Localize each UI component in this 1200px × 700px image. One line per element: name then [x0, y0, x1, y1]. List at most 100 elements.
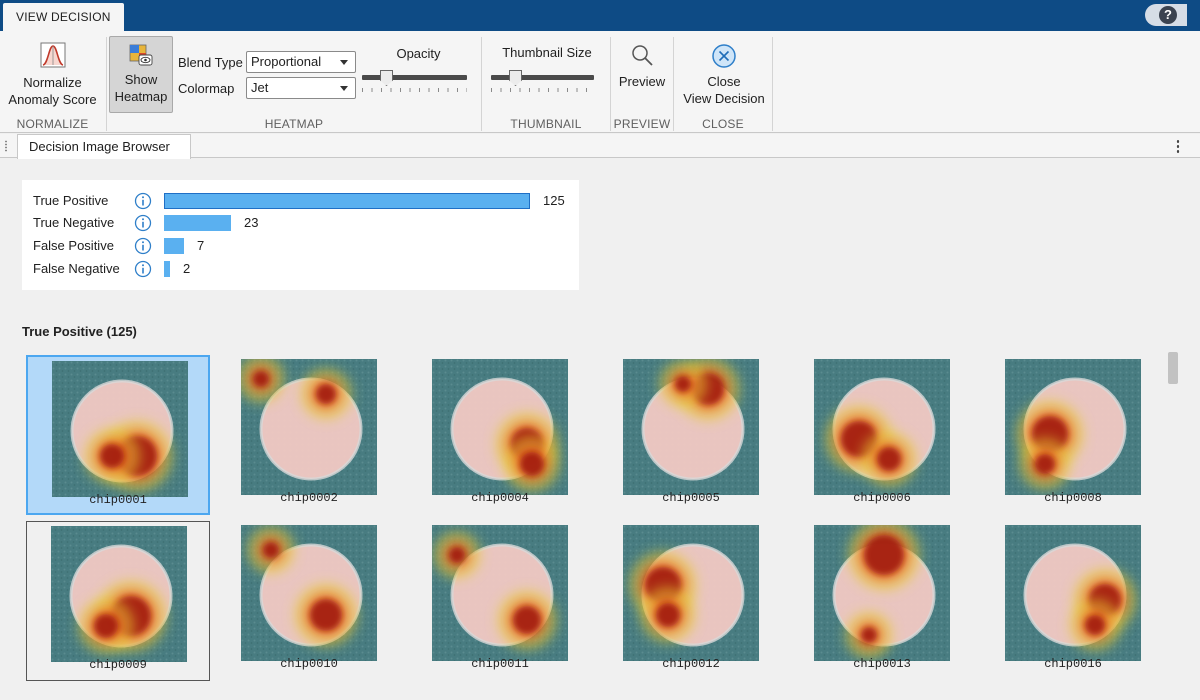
- summary-label: True Positive: [33, 193, 109, 208]
- heatmap-thumbnail: [52, 361, 188, 497]
- gallery-item[interactable]: chip0006: [790, 355, 974, 515]
- summary-value: 7: [197, 238, 205, 253]
- show-heatmap-button[interactable]: Show Heatmap: [109, 36, 173, 113]
- info-icon[interactable]: [134, 192, 152, 210]
- slider-thumb[interactable]: [380, 70, 393, 86]
- gallery-item[interactable]: chip0010: [217, 521, 401, 681]
- help-icon[interactable]: ?: [1159, 6, 1177, 24]
- gallery-item[interactable]: chip0009: [26, 521, 210, 681]
- help-area: ?: [1145, 4, 1187, 26]
- heatmap-thumbnail: [814, 359, 950, 495]
- normalize-label-2: Anomaly Score: [8, 92, 97, 107]
- colormap-dropdown[interactable]: Jet: [246, 77, 356, 99]
- gallery-scrollbar[interactable]: [1168, 352, 1178, 384]
- thumbnail-filename: chip0016: [1044, 657, 1102, 671]
- close-label-2: View Decision: [683, 91, 765, 106]
- thumbnail-filename: chip0005: [662, 491, 720, 505]
- preview-section-label: PREVIEW: [613, 117, 671, 131]
- tab-view-decision[interactable]: VIEW DECISION: [3, 3, 124, 31]
- image-gallery: chip0001 chip0002 chip0004 chip0005 chip…: [0, 349, 1160, 700]
- summary-row-false-negative[interactable]: False Negative 2: [22, 258, 579, 280]
- blend-type-value: Proportional: [251, 54, 322, 69]
- more-options-icon[interactable]: [1176, 139, 1180, 153]
- slider-ticks: [362, 88, 467, 92]
- normalize-section-label: NORMALIZE: [16, 117, 89, 131]
- gallery-item[interactable]: chip0004: [408, 355, 592, 515]
- chevron-down-icon: [340, 60, 348, 65]
- heatmap-thumbnail: [1005, 525, 1141, 661]
- normalize-label-1: Normalize: [23, 75, 82, 90]
- document-tab-strip: Decision Image Browser: [0, 134, 1200, 159]
- preview-label: Preview: [618, 74, 666, 89]
- gallery-item[interactable]: chip0016: [981, 521, 1165, 681]
- blend-type-label: Blend Type: [178, 55, 243, 70]
- slider-track: [362, 75, 467, 80]
- colormap-label: Colormap: [178, 81, 235, 96]
- separator: [772, 37, 773, 131]
- summary-row-true-positive[interactable]: True Positive 125: [22, 190, 579, 212]
- summary-row-false-positive[interactable]: False Positive 7: [22, 235, 579, 257]
- gallery-item[interactable]: chip0011: [408, 521, 592, 681]
- normalize-section: Normalize Anomaly Score NORMALIZE: [0, 31, 105, 133]
- thumbnail-filename: chip0011: [471, 657, 529, 671]
- heatmap-eye-icon: [129, 44, 153, 66]
- preview-button[interactable]: Preview: [614, 43, 670, 90]
- summary-label: True Negative: [33, 215, 115, 230]
- heatmap-thumbnail: [1005, 359, 1141, 495]
- normalize-anomaly-score-button[interactable]: Normalize Anomaly Score: [5, 40, 100, 108]
- gallery-item[interactable]: chip0005: [599, 355, 783, 515]
- thumbnail-filename: chip0009: [89, 658, 147, 672]
- info-icon[interactable]: [134, 214, 152, 232]
- heatmap-thumbnail: [241, 359, 377, 495]
- toolstrip: Normalize Anomaly Score NORMALIZE Show H…: [0, 31, 1200, 157]
- thumbnail-filename: chip0008: [1044, 491, 1102, 505]
- title-bar: VIEW DECISION ?: [0, 0, 1200, 31]
- heatmap-thumbnail: [432, 359, 568, 495]
- gallery-item[interactable]: chip0012: [599, 521, 783, 681]
- chevron-down-icon: [340, 86, 348, 91]
- colormap-value: Jet: [251, 80, 269, 95]
- info-icon[interactable]: [134, 260, 152, 278]
- gallery-item[interactable]: chip0001: [26, 355, 210, 515]
- blend-type-dropdown[interactable]: Proportional: [246, 51, 356, 73]
- thumbnail-filename: chip0010: [280, 657, 338, 671]
- heatmap-thumbnail: [432, 525, 568, 661]
- show-label-2: Heatmap: [114, 89, 168, 104]
- heatmap-thumbnail: [51, 526, 187, 662]
- close-label-1: Close: [707, 74, 741, 89]
- info-icon[interactable]: [134, 237, 152, 255]
- thumbnail-filename: chip0006: [853, 491, 911, 505]
- summary-label: False Positive: [33, 238, 114, 253]
- thumbnail-size-slider[interactable]: [491, 67, 594, 92]
- browser-content: True Positive 125 True Negative 23 False…: [0, 159, 1200, 700]
- gallery-item[interactable]: chip0002: [217, 355, 401, 515]
- summary-value: 23: [244, 215, 259, 230]
- tab-decision-image-browser[interactable]: Decision Image Browser: [17, 134, 191, 159]
- close-section: Close View Decision CLOSE: [674, 31, 772, 133]
- summary-panel: True Positive 125 True Negative 23 False…: [22, 180, 579, 290]
- summary-bar[interactable]: [164, 215, 231, 231]
- heatmap-thumbnail: [623, 359, 759, 495]
- summary-bar[interactable]: [164, 238, 184, 254]
- summary-value: 2: [183, 261, 191, 276]
- close-section-label: CLOSE: [702, 117, 744, 131]
- gallery-title: True Positive (125): [22, 324, 137, 339]
- summary-bar[interactable]: [164, 193, 530, 209]
- gallery-item[interactable]: chip0008: [981, 355, 1165, 515]
- thumbnail-filename: chip0002: [280, 491, 338, 505]
- show-label-1: Show: [124, 72, 158, 87]
- thumbnail-size-label: Thumbnail Size: [502, 45, 592, 60]
- opacity-label: Opacity: [396, 46, 441, 61]
- summary-row-true-negative[interactable]: True Negative 23: [22, 212, 579, 234]
- thumbnail-section: Thumbnail Size THUMBNAIL: [482, 31, 610, 133]
- bell-curve-icon: [40, 42, 65, 68]
- heatmap-thumbnail: [241, 525, 377, 661]
- slider-thumb[interactable]: [509, 70, 522, 86]
- summary-bar[interactable]: [164, 261, 170, 277]
- drag-grip-icon[interactable]: [4, 140, 8, 152]
- magnifier-icon: [632, 45, 653, 66]
- opacity-slider[interactable]: [362, 67, 467, 92]
- heatmap-thumbnail: [814, 525, 950, 661]
- close-view-decision-button[interactable]: Close View Decision: [678, 43, 770, 107]
- gallery-item[interactable]: chip0013: [790, 521, 974, 681]
